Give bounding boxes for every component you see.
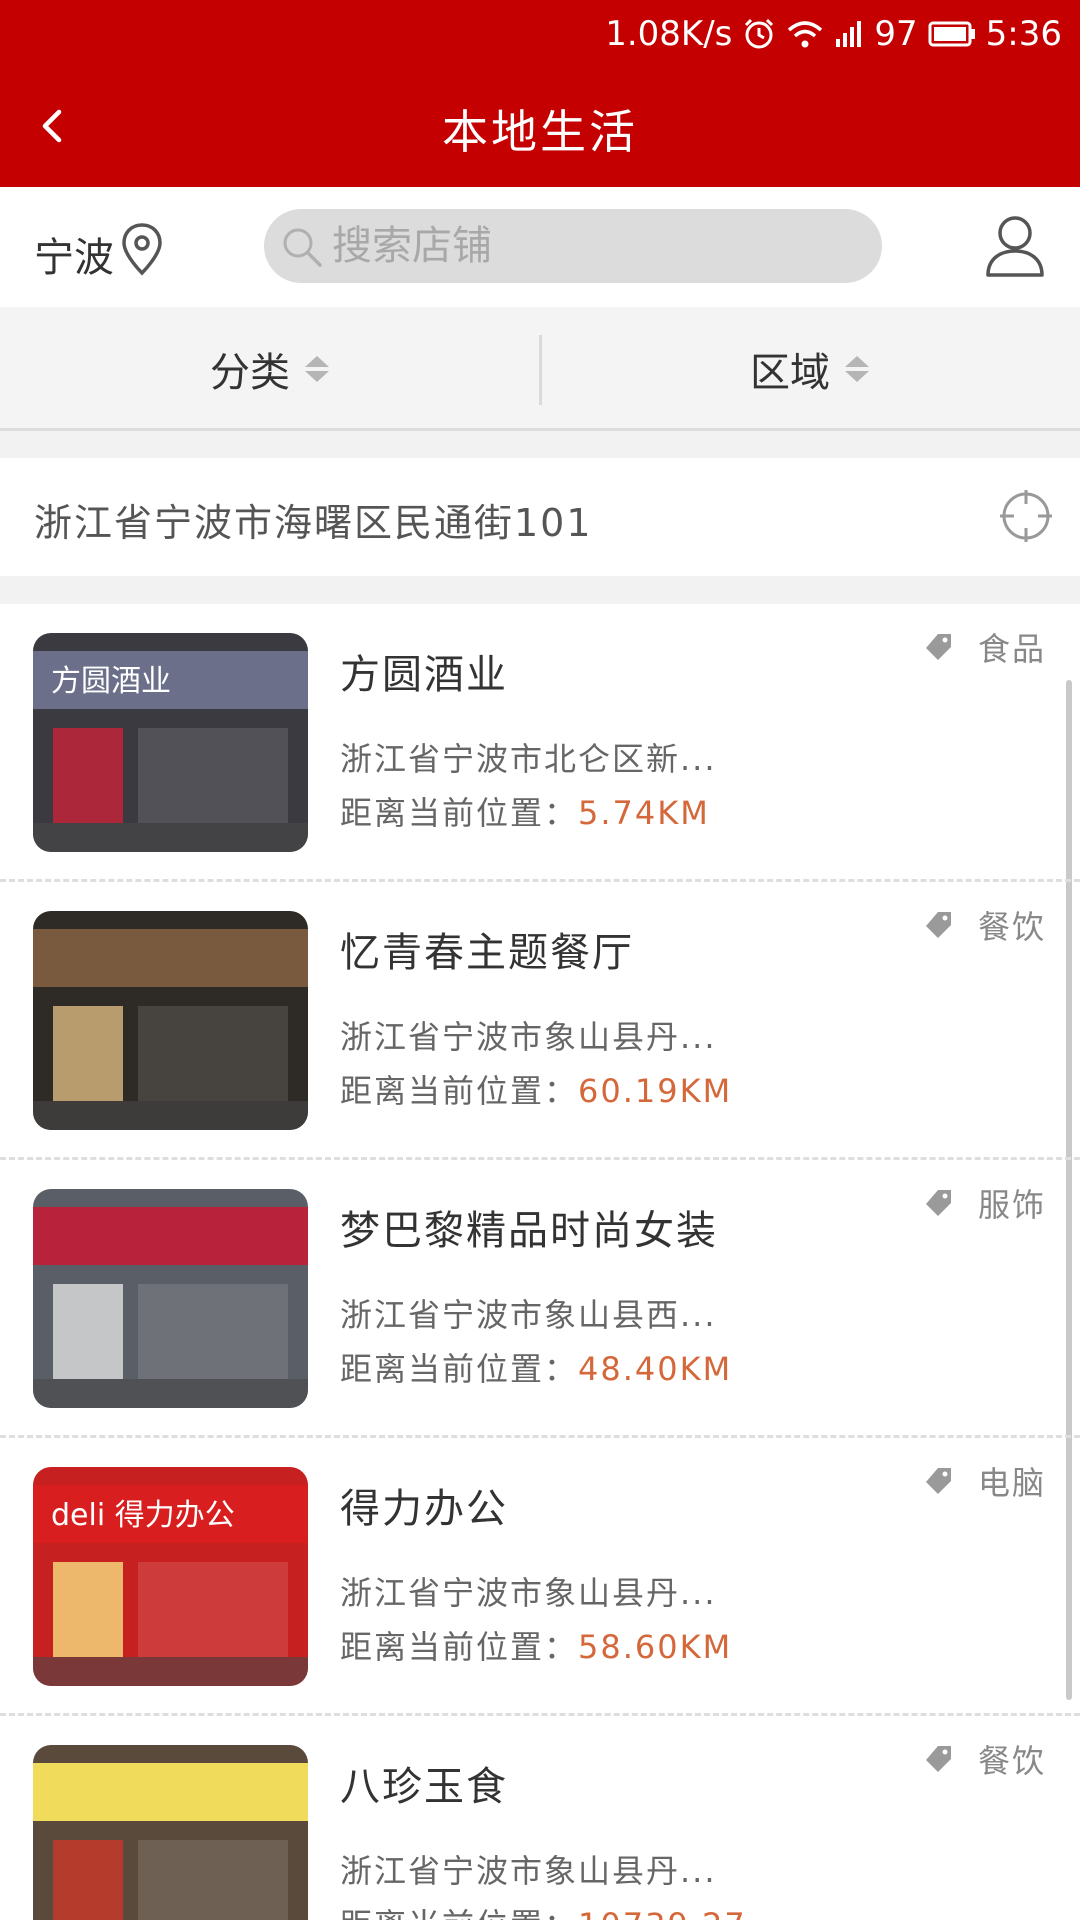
shop-thumbnail <box>33 1745 308 1920</box>
shop-list-item[interactable]: deli 得力办公 得力办公 浙江省宁波市象山县丹... 距离当前位置：58.6… <box>0 1438 1080 1716</box>
shop-distance: 距离当前位置：48.40KM <box>340 1344 732 1390</box>
distance-value: 5.74KM <box>578 794 710 832</box>
shop-name: 八珍玉食 <box>340 1764 508 1810</box>
shop-category-label: 服饰 <box>977 1186 1046 1224</box>
alarm-icon <box>742 17 776 51</box>
distance-label: 距离当前位置： <box>340 1350 579 1388</box>
shop-category-tag: 餐饮 <box>924 902 1046 948</box>
signal-icon <box>834 19 864 49</box>
shop-name: 方圆酒业 <box>340 652 508 698</box>
shop-address: 浙江省宁波市北仑区新... <box>340 740 717 778</box>
status-bar: 1.08K/s 97 5:36 <box>0 0 1080 66</box>
shop-sign-text: 方圆酒业 <box>51 664 171 699</box>
shop-name: 梦巴黎精品时尚女装 <box>340 1208 718 1254</box>
city-selector[interactable]: 宁波 <box>34 225 114 283</box>
filter-bar: 分类 区域 <box>0 307 1080 431</box>
page-title: 本地生活 <box>442 105 638 159</box>
shop-address: 浙江省宁波市象山县西... <box>340 1296 717 1334</box>
sort-arrows-icon <box>844 354 870 384</box>
sort-arrows-icon <box>304 354 330 384</box>
shop-distance: 距离当前位置：58.60KM <box>340 1622 732 1668</box>
search-input[interactable] <box>332 209 862 283</box>
search-row: 宁波 <box>0 187 1080 307</box>
tag-icon <box>925 1746 951 1772</box>
current-address: 浙江省宁波市海曙区民通街101 <box>34 501 593 545</box>
distance-label: 距离当前位置： <box>340 1906 578 1920</box>
shop-list: 方圆酒业 方圆酒业 浙江省宁波市北仑区新... 距离当前位置：5.74KM 食品 <box>0 604 1080 1920</box>
shop-category-tag: 服饰 <box>924 1180 1046 1226</box>
distance-value: 60.19KM <box>578 1072 733 1110</box>
shop-sign-text: deli 得力办公 <box>51 1498 235 1533</box>
shop-distance: 距离当前位置：10739.27 <box>340 1900 747 1920</box>
wifi-icon <box>786 19 824 49</box>
shop-list-item[interactable]: 梦巴黎精品时尚女装 浙江省宁波市象山县西... 距离当前位置：48.40KM 服… <box>0 1160 1080 1438</box>
shop-thumbnail <box>33 911 308 1130</box>
tag-icon <box>925 912 951 938</box>
distance-label: 距离当前位置： <box>340 1628 579 1666</box>
shop-thumbnail: deli 得力办公 <box>33 1467 308 1686</box>
status-icons: 1.08K/s 97 5:36 <box>605 12 1062 56</box>
filter-category-label: 分类 <box>210 350 290 396</box>
search-box[interactable] <box>264 209 882 283</box>
shop-list-item[interactable]: 方圆酒业 方圆酒业 浙江省宁波市北仑区新... 距离当前位置：5.74KM 食品 <box>0 604 1080 882</box>
shop-address: 浙江省宁波市象山县丹... <box>340 1852 717 1890</box>
shop-thumbnail: 方圆酒业 <box>33 633 308 852</box>
shop-category-tag: 餐饮 <box>924 1736 1046 1782</box>
battery-level: 97 <box>874 14 918 54</box>
navigation-header: 本地生活 <box>0 66 1080 187</box>
shop-category-label: 餐饮 <box>977 1742 1046 1780</box>
distance-value: 48.40KM <box>578 1350 733 1388</box>
shop-address: 浙江省宁波市象山县丹... <box>340 1574 717 1612</box>
net-speed: 1.08K/s <box>605 14 733 54</box>
distance-label: 距离当前位置： <box>340 794 579 832</box>
shop-distance: 距离当前位置：5.74KM <box>340 788 710 834</box>
shop-list-item[interactable]: 八珍玉食 浙江省宁波市象山县丹... 距离当前位置：10739.27 餐饮 <box>0 1716 1080 1920</box>
location-pin-icon[interactable] <box>118 221 166 277</box>
shop-category-label: 餐饮 <box>977 908 1046 946</box>
shop-list-item[interactable]: 忆青春主题餐厅 浙江省宁波市象山县丹... 距离当前位置：60.19KM 餐饮 <box>0 882 1080 1160</box>
shop-category-tag: 食品 <box>924 624 1046 670</box>
filter-category[interactable]: 分类 <box>0 307 540 431</box>
distance-value: 58.60KM <box>578 1628 733 1666</box>
shop-category-tag: 电脑 <box>924 1458 1046 1504</box>
shop-category-label: 电脑 <box>977 1464 1046 1502</box>
shop-name: 得力办公 <box>340 1486 508 1532</box>
filter-area[interactable]: 区域 <box>540 307 1080 431</box>
battery-icon <box>928 21 976 47</box>
user-icon[interactable] <box>984 213 1046 279</box>
clock: 5:36 <box>985 14 1062 54</box>
shop-name: 忆青春主题餐厅 <box>340 930 634 976</box>
locate-crosshair-icon[interactable] <box>998 488 1054 544</box>
shop-distance: 距离当前位置：60.19KM <box>340 1066 732 1112</box>
tag-icon <box>925 1190 951 1216</box>
filter-area-label: 区域 <box>750 350 830 396</box>
distance-label: 距离当前位置： <box>340 1072 579 1110</box>
app-header-background: 1.08K/s 97 5:36 本地生活 <box>0 0 1080 187</box>
shop-category-label: 食品 <box>977 630 1046 668</box>
distance-value: 10739.27 <box>578 1906 747 1920</box>
tag-icon <box>925 634 951 660</box>
current-location-row: 浙江省宁波市海曙区民通街101 <box>0 458 1080 576</box>
tag-icon <box>925 1468 951 1494</box>
shop-address: 浙江省宁波市象山县丹... <box>340 1018 717 1056</box>
shop-thumbnail <box>33 1189 308 1408</box>
search-icon <box>283 228 322 267</box>
